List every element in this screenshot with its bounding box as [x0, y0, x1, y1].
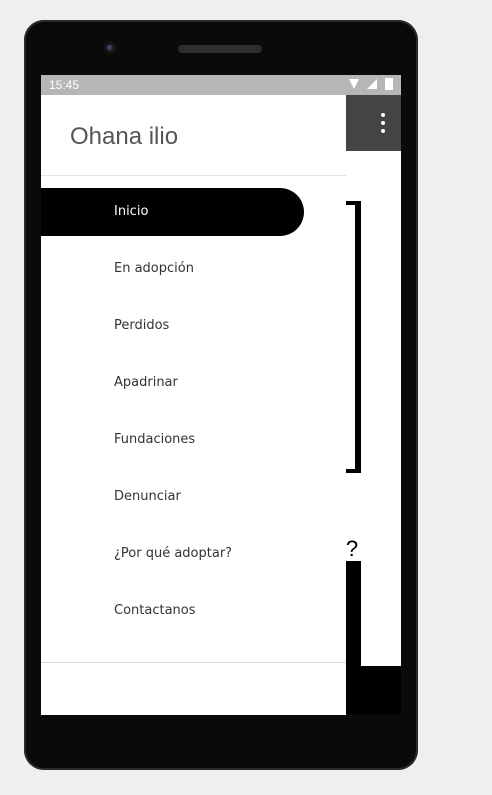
menu-item-denunciar[interactable]: Denunciar — [41, 473, 304, 521]
drawer-menu: Inicio En adopción Perdidos Apadrinar Fu… — [41, 188, 346, 644]
earpiece-speaker — [178, 45, 262, 53]
menu-item-inicio[interactable]: Inicio — [41, 188, 304, 236]
drawer-divider — [41, 175, 346, 176]
battery-icon — [385, 78, 393, 90]
drawer-bottom-divider — [41, 662, 346, 663]
status-bar: 15:45 — [41, 75, 401, 95]
menu-item-contactanos[interactable]: Contactanos — [41, 587, 304, 635]
navigation-drawer: Ohana ilio Inicio En adopción Perdidos A… — [41, 95, 346, 715]
signal-icon — [367, 79, 377, 89]
front-camera — [103, 41, 117, 55]
content-bottom-block — [341, 666, 401, 715]
more-vert-icon[interactable] — [381, 113, 385, 133]
menu-item-perdidos[interactable]: Perdidos — [41, 302, 304, 350]
drawer-title: Ohana ilio — [70, 123, 179, 150]
menu-item-apadrinar[interactable]: Apadrinar — [41, 359, 304, 407]
screen: 15:45 l? Ohana ilio Inicio En adopción P… — [41, 75, 401, 715]
wifi-icon — [349, 79, 359, 89]
phone-frame: 15:45 l? Ohana ilio Inicio En adopción P… — [24, 20, 418, 770]
menu-item-por-que-adoptar[interactable]: ¿Por qué adoptar? — [41, 530, 304, 578]
menu-item-fundaciones[interactable]: Fundaciones — [41, 416, 304, 464]
status-icons — [349, 78, 393, 90]
menu-item-en-adopcion[interactable]: En adopción — [41, 245, 304, 293]
status-time: 15:45 — [49, 78, 80, 92]
